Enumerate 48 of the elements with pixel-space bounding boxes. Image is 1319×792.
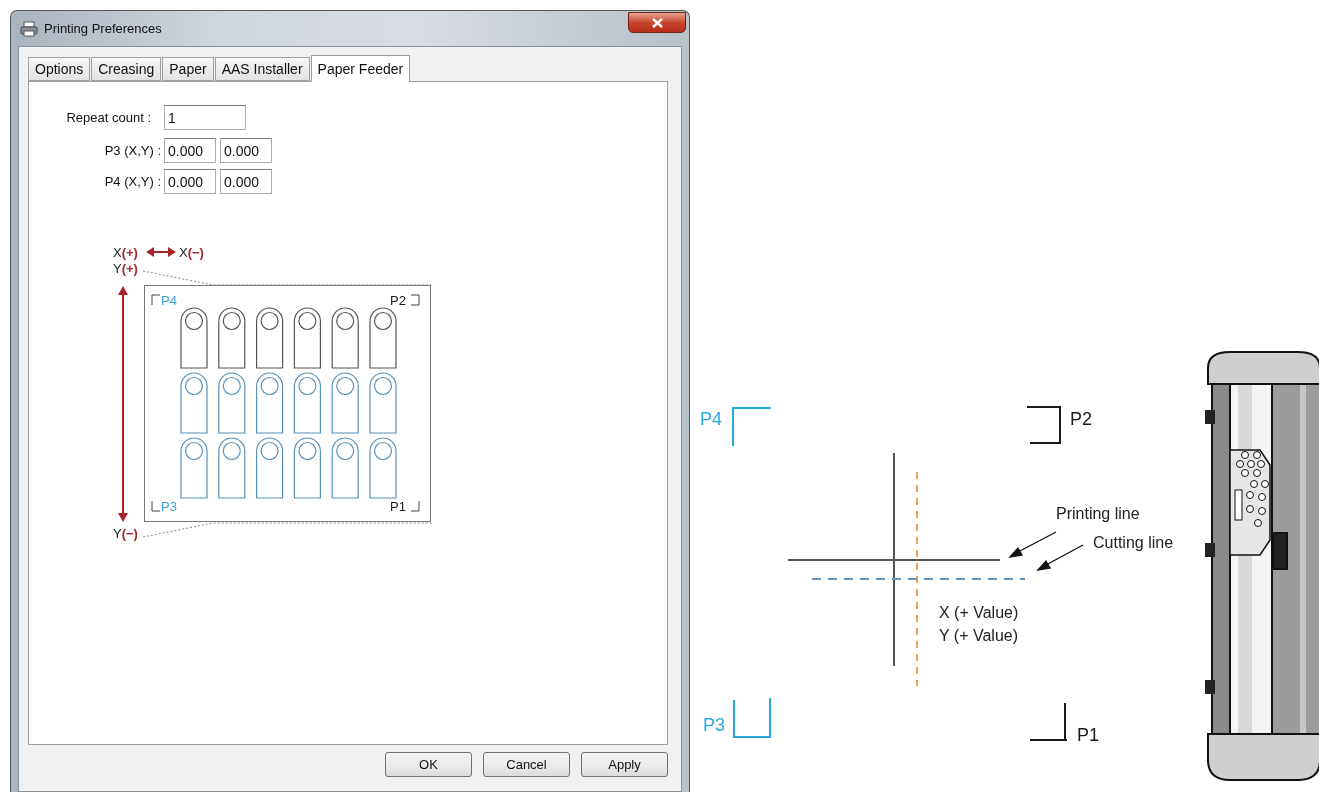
dialog-button[interactable]: Cancel <box>483 752 570 777</box>
window-title: Printing Preferences <box>44 21 162 36</box>
corner-label: P4 <box>161 294 177 307</box>
input-field[interactable]: 1 <box>164 105 246 130</box>
corner-label: P4 <box>700 410 723 428</box>
leader-arrow <box>1008 531 1057 558</box>
corner-mark-icon <box>152 295 160 305</box>
callout-label: Printing line <box>1056 506 1140 522</box>
corner-mark-icon <box>152 501 160 511</box>
corner-mark-icon <box>411 501 419 511</box>
corner-mark-icon <box>734 698 771 738</box>
input-field[interactable]: 0.000 <box>164 169 216 194</box>
value-label: X (+ Value) <box>939 605 1019 621</box>
tab[interactable]: Paper Feeder <box>310 55 411 82</box>
corner-mark-icon <box>1030 703 1067 741</box>
corner-label: P3 <box>161 500 177 513</box>
input-field[interactable]: 0.000 <box>220 169 272 194</box>
callout-label: Cutting line <box>1093 535 1174 551</box>
close-icon <box>651 17 663 28</box>
axis-label: Y(+) <box>113 261 138 276</box>
tab[interactable]: Creasing <box>91 57 162 81</box>
dialog-button[interactable]: OK <box>385 752 472 777</box>
field-label: P4 (X,Y) : <box>103 174 161 189</box>
axis-label: X(−) <box>179 245 204 260</box>
leader-arrow <box>1036 544 1084 571</box>
tab[interactable]: AAS Installer <box>214 57 310 81</box>
corner-label: P1 <box>1077 726 1100 744</box>
tab[interactable]: Options <box>28 57 91 81</box>
corner-mark-icon <box>411 295 419 305</box>
tab[interactable]: Paper <box>162 57 214 81</box>
corner-mark-icon <box>1027 407 1061 444</box>
double-arrow-icon <box>146 247 176 257</box>
corner-label: P3 <box>703 716 726 734</box>
input-field[interactable]: 0.000 <box>164 138 216 163</box>
input-field[interactable]: 0.000 <box>220 138 272 163</box>
corner-label: P1 <box>390 500 406 513</box>
corner-label: P2 <box>390 294 406 307</box>
corner-mark-icon <box>733 408 771 446</box>
axis-label: Y(−) <box>113 526 138 541</box>
field-label: Repeat count : <box>65 110 151 125</box>
vertical-arrow-icon <box>118 286 128 522</box>
value-label: Y (+ Value) <box>939 628 1018 644</box>
dialog-button[interactable]: Apply <box>581 752 668 777</box>
printer-icon <box>20 20 38 37</box>
axis-label: X(+) <box>113 245 138 260</box>
field-label: P3 (X,Y) : <box>103 143 161 158</box>
close-button[interactable] <box>628 12 686 33</box>
corner-label: P2 <box>1070 410 1093 428</box>
